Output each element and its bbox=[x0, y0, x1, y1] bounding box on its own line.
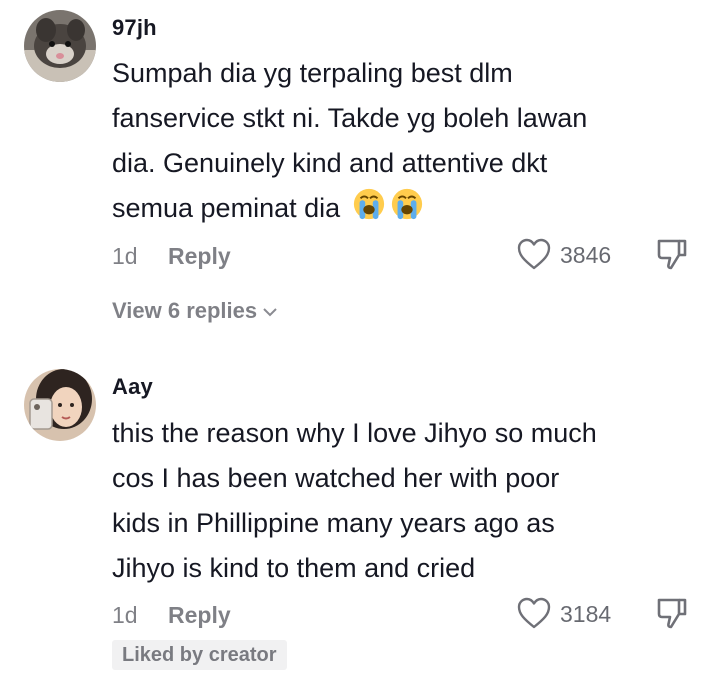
comment-text-line: dia. Genuinely kind and attentive dkt bbox=[112, 148, 548, 178]
thumbs-down-icon bbox=[657, 239, 687, 270]
thumbs-down-icon bbox=[657, 598, 687, 629]
heart-outline-icon bbox=[517, 597, 551, 629]
heart-outline-icon bbox=[517, 238, 551, 270]
liked-by-creator-badge: Liked by creator bbox=[112, 640, 287, 670]
comment-text: this the reason why I love Jihyo so much… bbox=[112, 411, 682, 591]
comment-text-line: Jihyo is kind to them and cried bbox=[112, 553, 476, 583]
like-count: 3846 bbox=[560, 242, 612, 268]
view-replies-button[interactable]: View 6 replies bbox=[112, 298, 277, 324]
avatar-image bbox=[24, 10, 96, 82]
comment-meta: 1d Reply 3184 bbox=[112, 596, 692, 636]
chevron-down-icon bbox=[263, 308, 277, 317]
avatar-image bbox=[24, 369, 96, 441]
avatar[interactable] bbox=[24, 369, 96, 441]
loudly-crying-face-icon bbox=[354, 188, 385, 220]
loudly-crying-face-icon bbox=[392, 188, 423, 220]
comment-time: 1d bbox=[112, 243, 138, 269]
comment-text-line: Sumpah dia yg terpaling best dlm bbox=[112, 58, 513, 88]
comment-text-line: this the reason why I love Jihyo so much bbox=[112, 418, 597, 448]
username[interactable]: 97jh bbox=[112, 15, 157, 41]
comment-text-line: semua peminat dia bbox=[112, 186, 682, 231]
avatar[interactable] bbox=[24, 10, 96, 82]
reply-button[interactable]: Reply bbox=[168, 243, 231, 270]
dislike-button[interactable] bbox=[656, 237, 688, 277]
like-count: 3184 bbox=[560, 601, 612, 627]
comment-text-line: kids in Phillippine many years ago as bbox=[112, 508, 555, 538]
comment-meta: 1d Reply 3846 bbox=[112, 237, 692, 277]
comment-text: Sumpah dia yg terpaling best dlm fanserv… bbox=[112, 51, 682, 231]
comment-text-line: cos I has been watched her with poor bbox=[112, 463, 560, 493]
comment-text-line: fanservice stkt ni. Takde yg boleh lawan bbox=[112, 103, 588, 133]
username[interactable]: Aay bbox=[112, 374, 153, 400]
dislike-button[interactable] bbox=[656, 596, 688, 636]
comment-time: 1d bbox=[112, 602, 138, 628]
reply-button[interactable]: Reply bbox=[168, 602, 231, 629]
